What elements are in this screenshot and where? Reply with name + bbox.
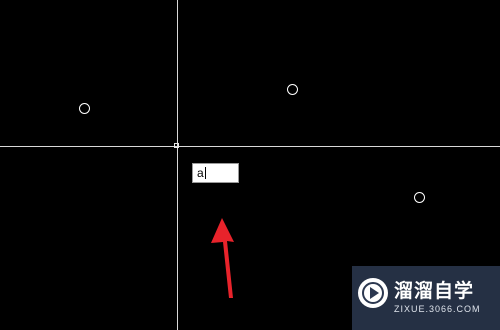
circle-entity[interactable]	[79, 103, 90, 114]
pickbox-icon	[174, 143, 179, 148]
red-arrow-icon	[211, 218, 234, 298]
watermark-url: ZIXUE.3066.COM	[394, 304, 481, 314]
circle-entity[interactable]	[287, 84, 298, 95]
watermark-title: 溜溜自学	[394, 281, 475, 302]
dynamic-command-input[interactable]: a	[192, 163, 239, 183]
drawing-canvas[interactable]: a 溜溜自学 ZIXUE.3066.COM	[0, 0, 500, 330]
circle-entity[interactable]	[414, 192, 425, 203]
crosshair-horizontal-line	[0, 146, 500, 147]
command-input-text: a	[197, 166, 204, 180]
crosshair-vertical-line	[177, 0, 178, 330]
play-logo-icon	[358, 278, 388, 308]
watermark: 溜溜自学 ZIXUE.3066.COM	[352, 266, 500, 330]
text-caret	[204, 167, 206, 179]
